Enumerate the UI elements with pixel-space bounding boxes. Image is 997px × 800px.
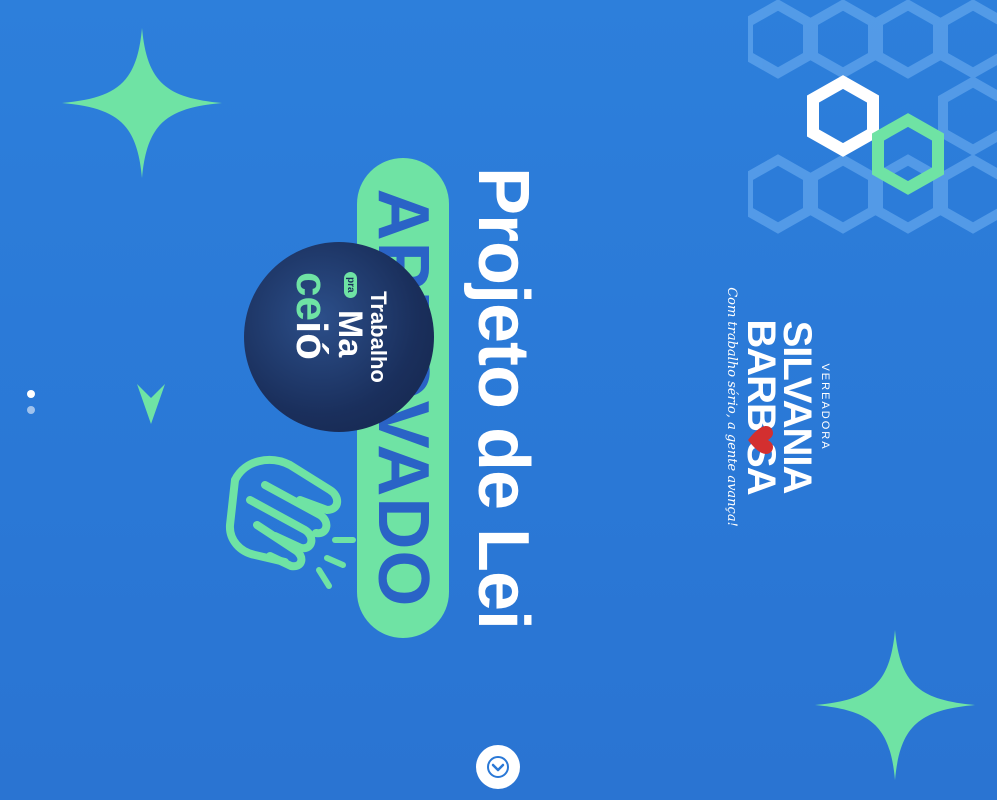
handshake-icon	[225, 456, 356, 589]
pagination-dots	[24, 386, 38, 420]
brand-name-first: SILVANIA	[775, 320, 819, 494]
sparkle-icon	[815, 630, 975, 780]
slide-canvas: Projeto de Lei APROVADO VEREADORA SILVAN…	[0, 0, 997, 800]
campaign-badge: Trabalho pra Ma ceió	[244, 242, 434, 432]
badge-content: Trabalho pra Ma ceió	[279, 252, 399, 422]
badge-line-3b: ió	[287, 320, 336, 361]
chevron-down-icon	[487, 756, 509, 778]
sparkle-icon	[62, 28, 222, 178]
arrow-down-icon	[137, 384, 165, 424]
badge-line-3: ceió	[287, 272, 336, 361]
badge-line-3a: ce	[287, 272, 336, 321]
pager-dot[interactable]	[27, 406, 35, 414]
scroll-down-button[interactable]	[476, 745, 520, 789]
badge-pra-tag: pra	[344, 272, 357, 298]
badge-line-2: Ma	[331, 310, 369, 358]
brand-role: VEREADORA	[819, 363, 831, 451]
brand-logo: VEREADORA SILVANIA BARB SA Com trabalho …	[721, 277, 831, 537]
brand-name-last: BARB SA	[739, 319, 783, 495]
heart-icon	[748, 426, 773, 454]
pager-dot-active[interactable]	[27, 390, 35, 398]
brand-slogan: Com trabalho sério, a gente avança!	[724, 287, 739, 527]
headline-title: Projeto de Lei	[463, 166, 543, 630]
hexagon-pattern	[748, 0, 997, 234]
